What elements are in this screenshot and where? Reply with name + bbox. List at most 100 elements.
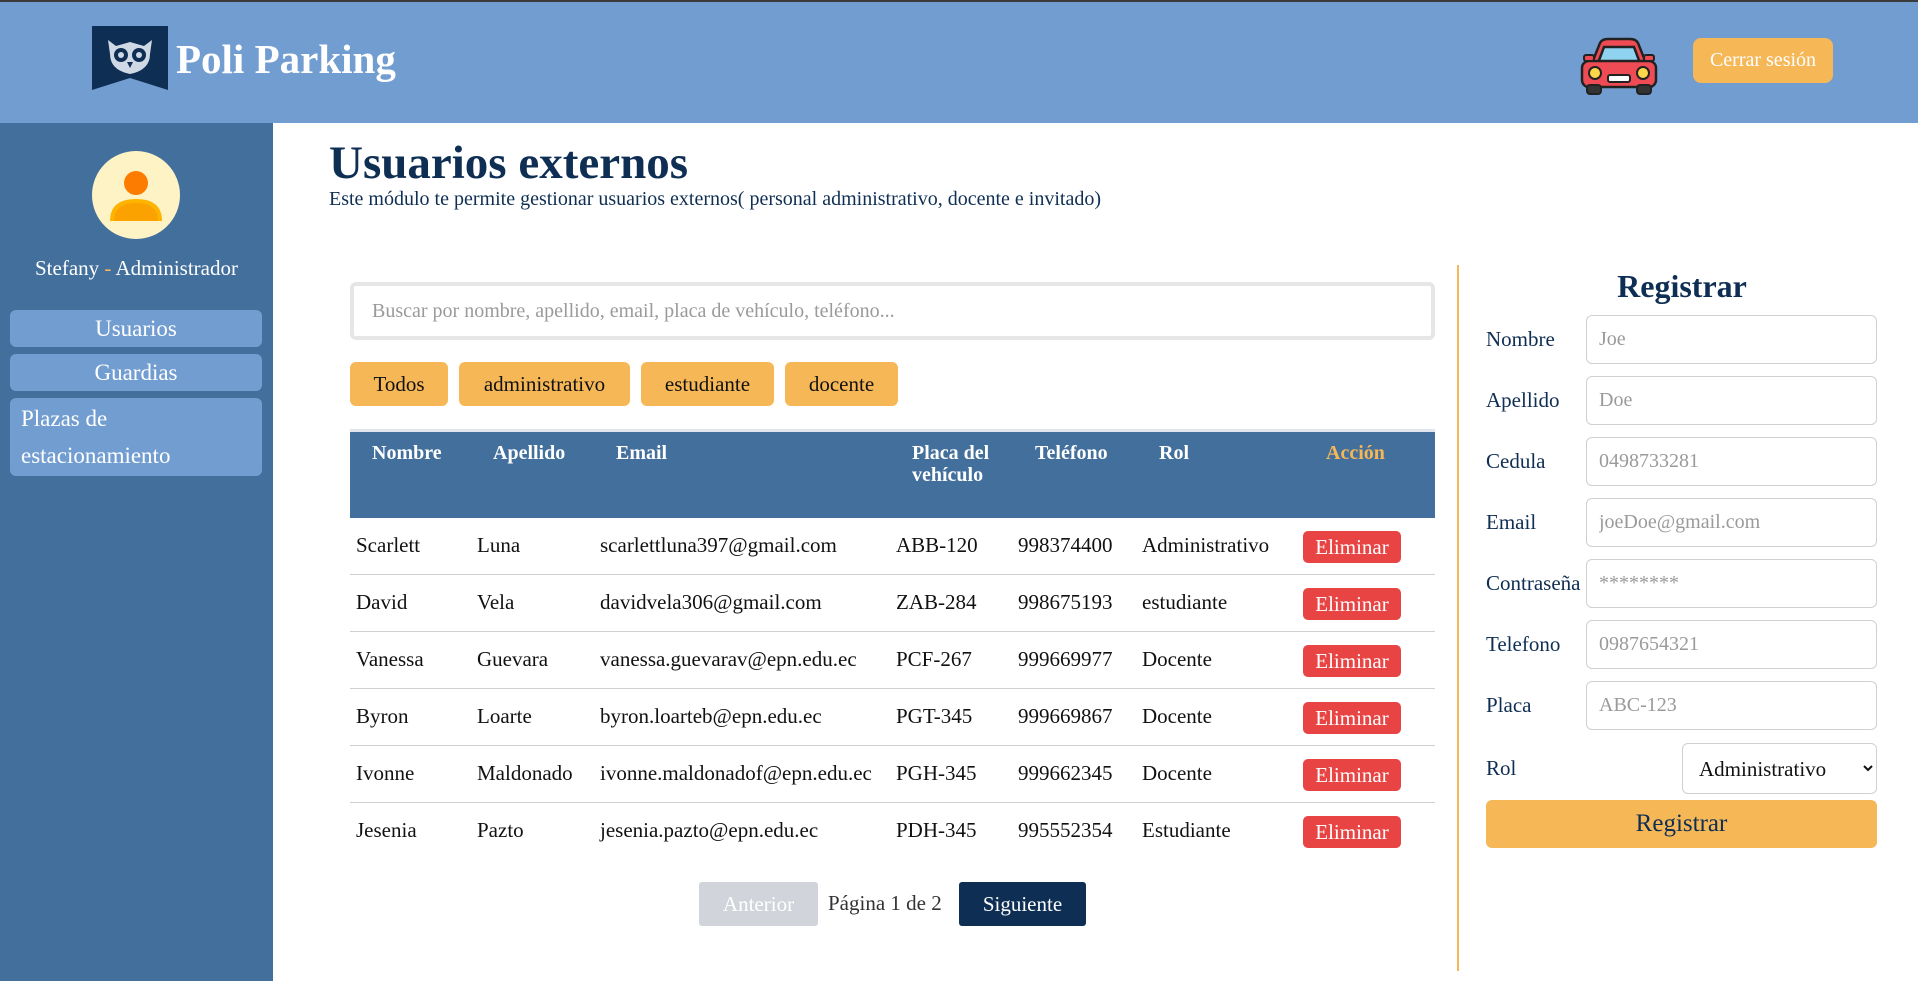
cell-nombre: Ivonne [356, 761, 415, 785]
table-row: David Vela davidvela306@gmail.com ZAB-28… [350, 575, 1435, 632]
placa-field[interactable] [1586, 681, 1877, 730]
cell-nombre: Scarlett [356, 533, 421, 557]
delete-button[interactable]: Eliminar [1303, 645, 1401, 677]
column-header-email: Email [616, 442, 668, 464]
table-row: Byron Loarte byron.loarteb@epn.edu.ec PG… [350, 689, 1435, 746]
column-header-placa: Placa del vehículo [912, 442, 990, 486]
cell-apellido: Guevara [477, 647, 549, 671]
table-row: Scarlett Luna scarlettluna397@gmail.com … [350, 518, 1435, 575]
column-header-apellido: Apellido [493, 442, 566, 464]
cell-email: byron.loarteb@epn.edu.ec [600, 704, 822, 728]
table-header: Nombre Apellido Email Placa del vehículo… [350, 429, 1435, 518]
cell-apellido: Luna [477, 533, 521, 557]
cell-rol: Docente [1142, 704, 1212, 728]
user-label: Stefany - Administrador [0, 256, 273, 281]
table-row: Ivonne Maldonado ivonne.maldonadof@epn.e… [350, 746, 1435, 803]
delete-button[interactable]: Eliminar [1303, 759, 1401, 791]
apellido-field[interactable] [1586, 376, 1877, 425]
user-name: Stefany [35, 256, 100, 280]
app-title: Poli Parking [176, 36, 396, 82]
cell-apellido: Maldonado [477, 761, 573, 785]
telefono-label: Telefono [1486, 632, 1561, 656]
user-separator: - [104, 256, 112, 280]
delete-button[interactable]: Eliminar [1303, 702, 1401, 734]
cell-apellido: Pazto [477, 818, 524, 842]
cell-placa: PCF-267 [896, 647, 972, 671]
form-divider [1457, 265, 1459, 971]
column-header-telefono: Teléfono [1035, 442, 1108, 464]
cell-telefono: 995552354 [1018, 818, 1113, 842]
filter-docente-button[interactable]: docente [785, 362, 898, 406]
cell-rol: Docente [1142, 761, 1212, 785]
cell-placa: ABB-120 [896, 533, 978, 557]
sidebar-item-label: Guardias [94, 360, 178, 385]
password-label: Contraseña [1486, 571, 1581, 595]
sidebar-item-plazas[interactable]: Plazas de estacionamiento [10, 398, 262, 476]
delete-button[interactable]: Eliminar [1303, 816, 1401, 848]
nombre-field[interactable] [1586, 315, 1877, 364]
previous-page-button[interactable]: Anterior [699, 882, 818, 926]
cell-telefono: 999669867 [1018, 704, 1113, 728]
cell-email: ivonne.maldonadof@epn.edu.ec [600, 761, 872, 785]
page-title: Usuarios externos [329, 137, 688, 189]
cell-email: vanessa.guevarav@epn.edu.ec [600, 647, 857, 671]
cell-telefono: 999662345 [1018, 761, 1113, 785]
table-row: Jesenia Pazto jesenia.pazto@epn.edu.ec P… [350, 803, 1435, 860]
cell-telefono: 998374400 [1018, 533, 1113, 557]
filter-administrativo-button[interactable]: administrativo [459, 362, 630, 406]
email-field[interactable] [1586, 498, 1877, 547]
user-avatar-icon [92, 151, 180, 239]
placa-label: Placa [1486, 693, 1532, 717]
cell-email: jesenia.pazto@epn.edu.ec [600, 818, 819, 842]
cell-nombre: David [356, 590, 408, 614]
page-subtitle: Este módulo te permite gestionar usuario… [329, 188, 1102, 210]
column-header-rol: Rol [1159, 442, 1189, 464]
telefono-field[interactable] [1586, 620, 1877, 669]
form-title: Registrar [1617, 268, 1747, 304]
cell-telefono: 998675193 [1018, 590, 1113, 614]
sidebar-item-guardias[interactable]: Guardias [10, 354, 262, 391]
cell-nombre: Vanessa [356, 647, 424, 671]
cell-email: scarlettluna397@gmail.com [600, 533, 837, 557]
next-page-button[interactable]: Siguiente [959, 882, 1086, 926]
column-header-accion: Acción [1326, 442, 1385, 464]
user-role: Administrador [115, 256, 238, 280]
register-button[interactable]: Registrar [1486, 800, 1877, 848]
page-indicator: Página 1 de 2 [828, 891, 942, 915]
cell-placa: PGH-345 [896, 761, 977, 785]
cell-nombre: Jesenia [356, 818, 417, 842]
sidebar-item-usuarios[interactable]: Usuarios [10, 310, 262, 347]
rol-select[interactable]: Administrativo [1682, 743, 1877, 794]
apellido-label: Apellido [1486, 388, 1560, 412]
cell-rol: Docente [1142, 647, 1212, 671]
cedula-field[interactable] [1586, 437, 1877, 486]
sidebar-item-label: Usuarios [95, 316, 177, 341]
column-header-nombre: Nombre [372, 442, 442, 464]
car-icon [1580, 37, 1658, 95]
logout-button[interactable]: Cerrar sesión [1693, 38, 1833, 83]
cell-rol: estudiante [1142, 590, 1228, 614]
cell-placa: PGT-345 [896, 704, 973, 728]
delete-button[interactable]: Eliminar [1303, 531, 1401, 563]
cedula-label: Cedula [1486, 449, 1546, 473]
cell-placa: PDH-345 [896, 818, 977, 842]
filter-estudiante-button[interactable]: estudiante [641, 362, 774, 406]
cell-email: davidvela306@gmail.com [600, 590, 822, 614]
cell-rol: Administrativo [1142, 533, 1270, 557]
email-label: Email [1486, 510, 1537, 534]
nombre-label: Nombre [1486, 327, 1555, 351]
cell-apellido: Loarte [477, 704, 532, 728]
filter-todos-button[interactable]: Todos [350, 362, 448, 406]
search-input[interactable] [350, 282, 1435, 340]
cell-placa: ZAB-284 [896, 590, 977, 614]
sidebar [0, 123, 273, 981]
cell-telefono: 999669977 [1018, 647, 1113, 671]
table-row: Vanessa Guevara vanessa.guevarav@epn.edu… [350, 632, 1435, 689]
cell-apellido: Vela [477, 590, 515, 614]
cell-rol: Estudiante [1142, 818, 1231, 842]
delete-button[interactable]: Eliminar [1303, 588, 1401, 620]
cell-nombre: Byron [356, 704, 409, 728]
sidebar-item-label: Plazas de estacionamiento [21, 406, 171, 468]
password-field[interactable] [1586, 559, 1877, 608]
rol-label: Rol [1486, 756, 1517, 780]
